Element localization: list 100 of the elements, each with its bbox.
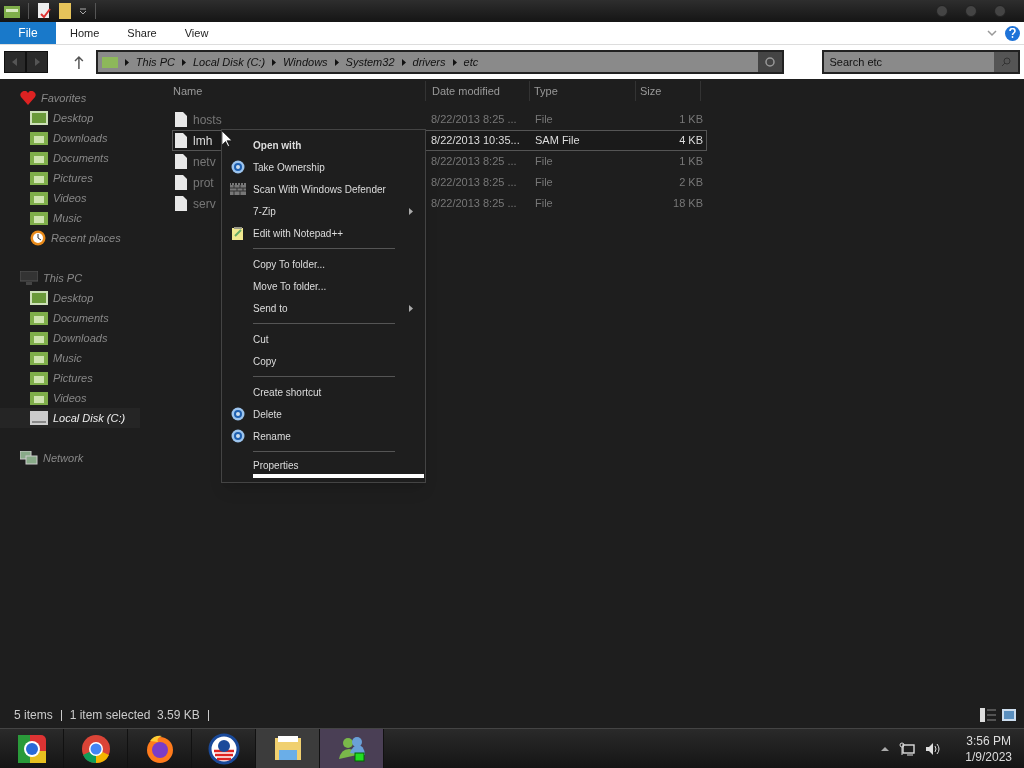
sidebar-item[interactable]: Downloads: [0, 128, 140, 148]
network-icon[interactable]: [899, 741, 916, 756]
sidebar-item[interactable]: Local Disk (C:): [0, 408, 140, 428]
submenu-arrow-icon: [409, 207, 413, 215]
desktop-icon: [30, 111, 48, 125]
table-cell-text: 8/22/2013 8:25 ...: [431, 112, 518, 128]
back-button[interactable]: [4, 51, 26, 73]
show-hidden-icons[interactable]: [881, 746, 890, 751]
file-icon: [175, 196, 187, 211]
folder-icon[interactable]: [4, 4, 20, 18]
dropdown-icon[interactable]: [79, 7, 87, 15]
breadcrumb[interactable]: etc: [463, 53, 479, 71]
menu-item[interactable]: Create shortcut: [222, 381, 425, 403]
column-header[interactable]: Type: [529, 81, 635, 101]
sidebar-item[interactable]: Desktop: [0, 108, 140, 128]
gear-icon: [230, 160, 245, 174]
menu-item[interactable]: Take Ownership: [222, 156, 425, 178]
sidebar-item[interactable]: Recent places: [0, 228, 140, 248]
volume-icon[interactable]: [925, 741, 942, 756]
menu-item[interactable]: Cut: [222, 328, 425, 350]
refresh-button[interactable]: [757, 52, 782, 72]
refresh-icon: [764, 57, 775, 67]
network-icon: [20, 451, 38, 465]
table-cell-text: 18 KB: [672, 196, 703, 212]
forward-button[interactable]: [26, 51, 48, 73]
ribbon-tab[interactable]: View: [170, 22, 223, 44]
menu-item[interactable]: Delete: [222, 403, 425, 425]
menu-item[interactable]: Send to: [222, 297, 425, 319]
table-cell-text: File: [535, 154, 554, 170]
sidebar-heading[interactable]: Favorites: [41, 89, 87, 107]
menu-item[interactable]: Move To folder...: [222, 275, 425, 297]
sidebar-item[interactable]: Downloads: [0, 328, 140, 348]
sidebar-heading[interactable]: This PC: [43, 269, 83, 287]
breadcrumb[interactable]: drivers: [412, 53, 446, 71]
menu-item[interactable]: Rename: [222, 425, 425, 447]
menu-item[interactable]: Properties: [253, 456, 424, 478]
ribbon-tab[interactable]: File: [0, 22, 56, 44]
breadcrumb-arrow-icon[interactable]: [124, 58, 129, 66]
folder-icon: [30, 391, 48, 405]
menu-item[interactable]: Scan With Windows Defender: [222, 178, 425, 200]
file-name: hosts: [193, 111, 222, 129]
desktop-icon: [30, 291, 48, 305]
table-cell-text: File: [535, 112, 554, 128]
sidebar-item[interactable]: Documents: [0, 148, 140, 168]
circle-logo-icon: [207, 732, 240, 765]
table-cell-text: 1 KB: [678, 154, 703, 170]
menu-item[interactable]: 7-Zip: [222, 200, 425, 222]
sidebar-item[interactable]: Desktop: [0, 288, 140, 308]
column-header[interactable]: Date modified: [425, 81, 529, 101]
chevron-down-icon[interactable]: [987, 29, 997, 37]
clock-icon: [30, 230, 46, 246]
column-header[interactable]: Size: [635, 81, 701, 101]
sidebar-item[interactable]: Videos: [0, 388, 140, 408]
help-icon[interactable]: [1005, 25, 1020, 41]
sidebar-item[interactable]: Music: [0, 208, 140, 228]
taskbar-button[interactable]: [256, 729, 320, 768]
menu-item[interactable]: Edit with Notepad++: [222, 222, 425, 244]
folder-icon: [30, 191, 48, 205]
forward-arrow-icon: [34, 58, 40, 66]
breadcrumb-arrow-icon[interactable]: [272, 58, 277, 66]
menu-item[interactable]: Copy To folder...: [222, 253, 425, 275]
breadcrumb-arrow-icon[interactable]: [334, 58, 339, 66]
notepad-icon: [231, 226, 244, 240]
breadcrumb[interactable]: System32: [345, 53, 395, 71]
sidebar-item[interactable]: Pictures: [0, 168, 140, 188]
address-bar[interactable]: This PC Local Disk (C:) Windows System32 drivers etc: [95, 50, 784, 74]
sidebar-item[interactable]: Videos: [0, 188, 140, 208]
cursor-icon: [222, 131, 232, 147]
sidebar-item[interactable]: Music: [0, 348, 140, 368]
sidebar-item[interactable]: Pictures: [0, 368, 140, 388]
breadcrumb-arrow-icon[interactable]: [452, 58, 457, 66]
chrome-logo-icon: [79, 732, 112, 765]
details-view-icon[interactable]: [980, 708, 996, 722]
status-text: 5 items: [14, 707, 53, 724]
folder-icon: [30, 371, 48, 385]
chrome-logo-icon: [15, 732, 48, 765]
file-icon: [175, 112, 187, 127]
file-name: serv: [193, 195, 216, 213]
ribbon-tab[interactable]: Home: [56, 22, 114, 44]
table-cell-text: File: [535, 175, 554, 191]
column-header[interactable]: Name: [166, 81, 425, 101]
breadcrumb[interactable]: Windows: [283, 53, 328, 71]
sidebar-item[interactable]: Documents: [0, 308, 140, 328]
file-name: lmh: [193, 132, 213, 150]
folder-icon: [30, 171, 48, 185]
file-name: netv: [193, 153, 216, 171]
menu-item[interactable]: Copy: [222, 350, 425, 372]
thumbnail-view-icon[interactable]: [1002, 709, 1016, 721]
up-arrow-icon[interactable]: [74, 55, 84, 69]
breadcrumb[interactable]: Local Disk (C:): [192, 53, 266, 71]
sidebar-heading[interactable]: Network: [43, 449, 84, 467]
breadcrumb-arrow-icon[interactable]: [181, 58, 186, 66]
clock-time[interactable]: 3:56 PM: [966, 732, 1011, 749]
breadcrumb-arrow-icon[interactable]: [401, 58, 406, 66]
table-cell-text: 8/22/2013 8:25 ...: [431, 175, 518, 191]
heart-icon: [20, 91, 36, 105]
clock-date[interactable]: 1/9/2023: [965, 748, 1012, 765]
document-icon[interactable]: [37, 3, 51, 19]
breadcrumb[interactable]: This PC: [135, 53, 175, 71]
ribbon-tab[interactable]: Share: [113, 22, 171, 44]
